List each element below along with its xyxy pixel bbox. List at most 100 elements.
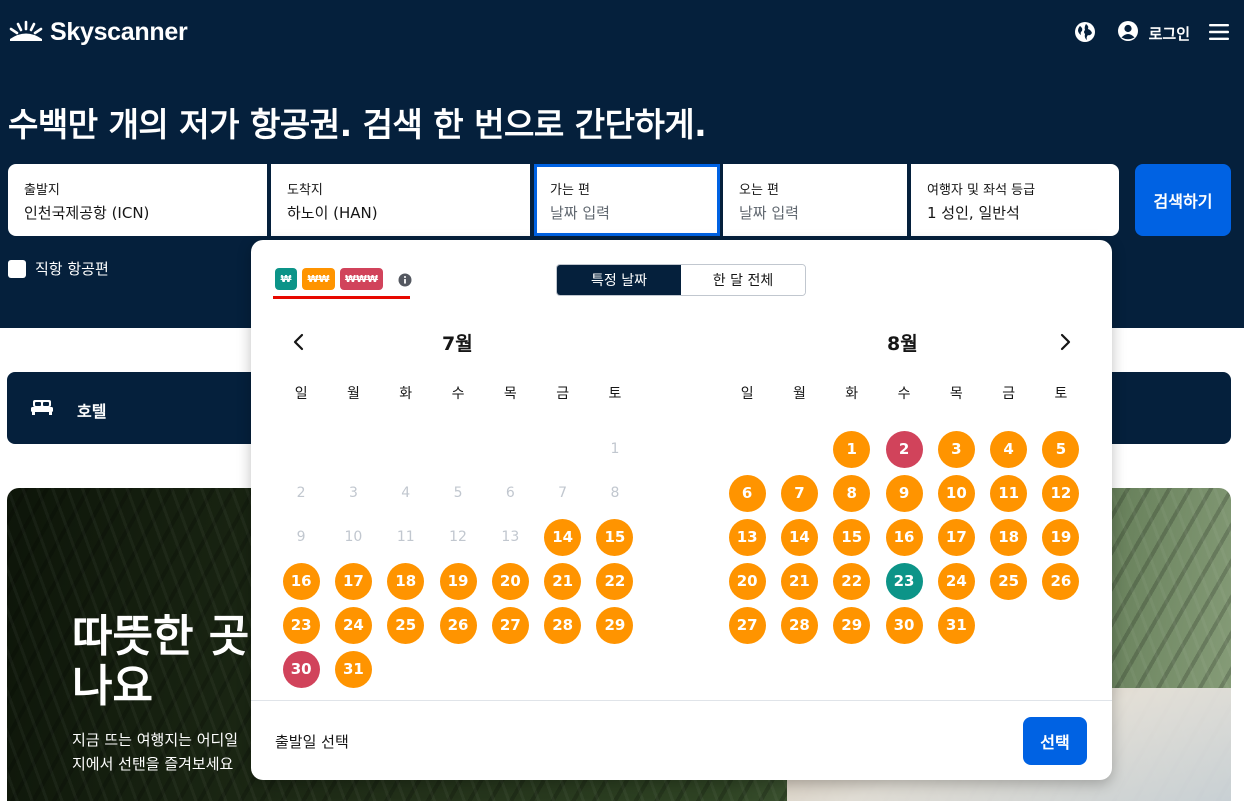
day-cell[interactable]: 10 — [930, 471, 982, 515]
day-cell[interactable]: 24 — [930, 559, 982, 603]
chevron-right-icon[interactable] — [1055, 332, 1075, 352]
day-cell[interactable]: 14 — [773, 515, 825, 559]
day-cell[interactable]: 12 — [1035, 471, 1087, 515]
day-cell: 1 — [589, 427, 641, 471]
tab-specific-date[interactable]: 특정 날짜 — [557, 265, 681, 295]
bed-icon — [31, 397, 53, 417]
day-cell[interactable]: 15 — [589, 515, 641, 559]
day-number: 15 — [596, 518, 634, 556]
day-cell[interactable]: 5 — [1035, 427, 1087, 471]
day-cell[interactable]: 28 — [773, 603, 825, 647]
origin-field[interactable]: 출발지 인천국제공항 (ICN) — [8, 164, 267, 236]
day-number: 28 — [544, 606, 582, 644]
destination-field[interactable]: 도착지 하노이 (HAN) — [271, 164, 530, 236]
day-cell[interactable]: 14 — [536, 515, 588, 559]
day-number: 20 — [491, 562, 529, 600]
popup-footer: 출발일 선택 선택 — [251, 700, 1112, 780]
day-cell[interactable]: 2 — [878, 427, 930, 471]
direct-flights-option[interactable]: 직항 항공편 — [8, 258, 109, 279]
day-cell[interactable]: 26 — [1035, 559, 1087, 603]
day-cell[interactable]: 8 — [826, 471, 878, 515]
promo-title: 따뜻한 곳 나요 — [72, 612, 249, 712]
day-cell[interactable]: 4 — [982, 427, 1034, 471]
day-cell[interactable]: 16 — [275, 559, 327, 603]
brand-name: Skyscanner — [50, 18, 188, 46]
day-cell[interactable]: 20 — [721, 559, 773, 603]
day-cell[interactable]: 25 — [380, 603, 432, 647]
day-cell[interactable]: 30 — [878, 603, 930, 647]
day-cell[interactable]: 17 — [930, 515, 982, 559]
day-cell[interactable]: 25 — [982, 559, 1034, 603]
day-cell[interactable]: 24 — [327, 603, 379, 647]
login-button[interactable]: 로그인 — [1117, 20, 1190, 46]
day-cell[interactable]: 9 — [878, 471, 930, 515]
day-cell[interactable]: 22 — [826, 559, 878, 603]
weekday-label: 화 — [399, 386, 413, 402]
travellers-field[interactable]: 여행자 및 좌석 등급 1 성인, 일반석 — [911, 164, 1119, 236]
day-cell[interactable]: 16 — [878, 515, 930, 559]
day-cell[interactable]: 20 — [484, 559, 536, 603]
direct-flights-checkbox[interactable] — [8, 259, 26, 278]
calendar-july: 일월화수목금토 1 2 3 4 5 6 7 8 9 10 11 12 13 14 15 16 17 18 19 20 2… — [275, 383, 641, 691]
select-button[interactable]: 선택 — [1023, 717, 1087, 765]
empty-day-cell — [484, 427, 536, 471]
day-number: 5 — [453, 485, 463, 501]
day-cell[interactable]: 26 — [432, 603, 484, 647]
day-cell[interactable]: 18 — [380, 559, 432, 603]
day-cell[interactable]: 21 — [773, 559, 825, 603]
day-number: 27 — [491, 606, 529, 644]
day-cell[interactable]: 23 — [878, 559, 930, 603]
day-cell[interactable]: 27 — [721, 603, 773, 647]
day-cell[interactable]: 6 — [721, 471, 773, 515]
day-cell[interactable]: 31 — [327, 647, 379, 691]
day-cell[interactable]: 18 — [982, 515, 1034, 559]
day-number: 1 — [610, 441, 620, 457]
day-cell[interactable]: 15 — [826, 515, 878, 559]
depart-date-field[interactable]: 가는 편 날짜 입력 — [534, 164, 720, 236]
chevron-left-icon[interactable] — [289, 332, 309, 352]
day-cell[interactable]: 19 — [1035, 515, 1087, 559]
day-cell[interactable]: 27 — [484, 603, 536, 647]
day-cell: 7 — [536, 471, 588, 515]
day-number: 17 — [334, 562, 372, 600]
tab-whole-month[interactable]: 한 달 전체 — [681, 265, 805, 295]
day-number: 2 — [296, 485, 306, 501]
day-cell[interactable]: 17 — [327, 559, 379, 603]
day-cell[interactable]: 13 — [721, 515, 773, 559]
skyscanner-logo[interactable]: Skyscanner — [8, 18, 188, 47]
hamburger-menu-icon[interactable] — [1209, 23, 1229, 41]
day-cell[interactable]: 22 — [589, 559, 641, 603]
day-cell[interactable]: 19 — [432, 559, 484, 603]
search-button[interactable]: 검색하기 — [1135, 164, 1231, 236]
day-cell[interactable]: 11 — [982, 471, 1034, 515]
day-cell[interactable]: 1 — [826, 427, 878, 471]
return-date-field[interactable]: 오는 편 날짜 입력 — [723, 164, 907, 236]
weekday-label: 일 — [740, 386, 754, 402]
hotel-label: 호텔 — [77, 402, 107, 421]
date-mode-toggle: 특정 날짜 한 달 전체 — [556, 264, 806, 296]
day-cell[interactable]: 23 — [275, 603, 327, 647]
day-cell[interactable]: 31 — [930, 603, 982, 647]
day-cell[interactable]: 29 — [589, 603, 641, 647]
day-number: 8 — [610, 485, 620, 501]
day-cell[interactable]: 3 — [930, 427, 982, 471]
day-number: 21 — [780, 562, 818, 600]
promo-subtitle-line1: 지금 뜨는 여행지는 어디일 — [72, 731, 239, 749]
weekday-label: 화 — [845, 386, 859, 402]
day-cell[interactable]: 7 — [773, 471, 825, 515]
day-number: 12 — [1042, 474, 1080, 512]
day-cell: 13 — [484, 515, 536, 559]
day-cell[interactable]: 21 — [536, 559, 588, 603]
day-number: 26 — [439, 606, 477, 644]
day-cell[interactable]: 28 — [536, 603, 588, 647]
day-number: 17 — [937, 518, 975, 556]
info-icon[interactable] — [398, 272, 412, 287]
day-number: 9 — [885, 474, 923, 512]
day-cell[interactable]: 29 — [826, 603, 878, 647]
day-number: 15 — [833, 518, 871, 556]
day-cell: 11 — [380, 515, 432, 559]
globe-icon[interactable] — [1074, 21, 1096, 43]
day-number: 19 — [1042, 518, 1080, 556]
day-cell[interactable]: 30 — [275, 647, 327, 691]
day-number: 26 — [1042, 562, 1080, 600]
